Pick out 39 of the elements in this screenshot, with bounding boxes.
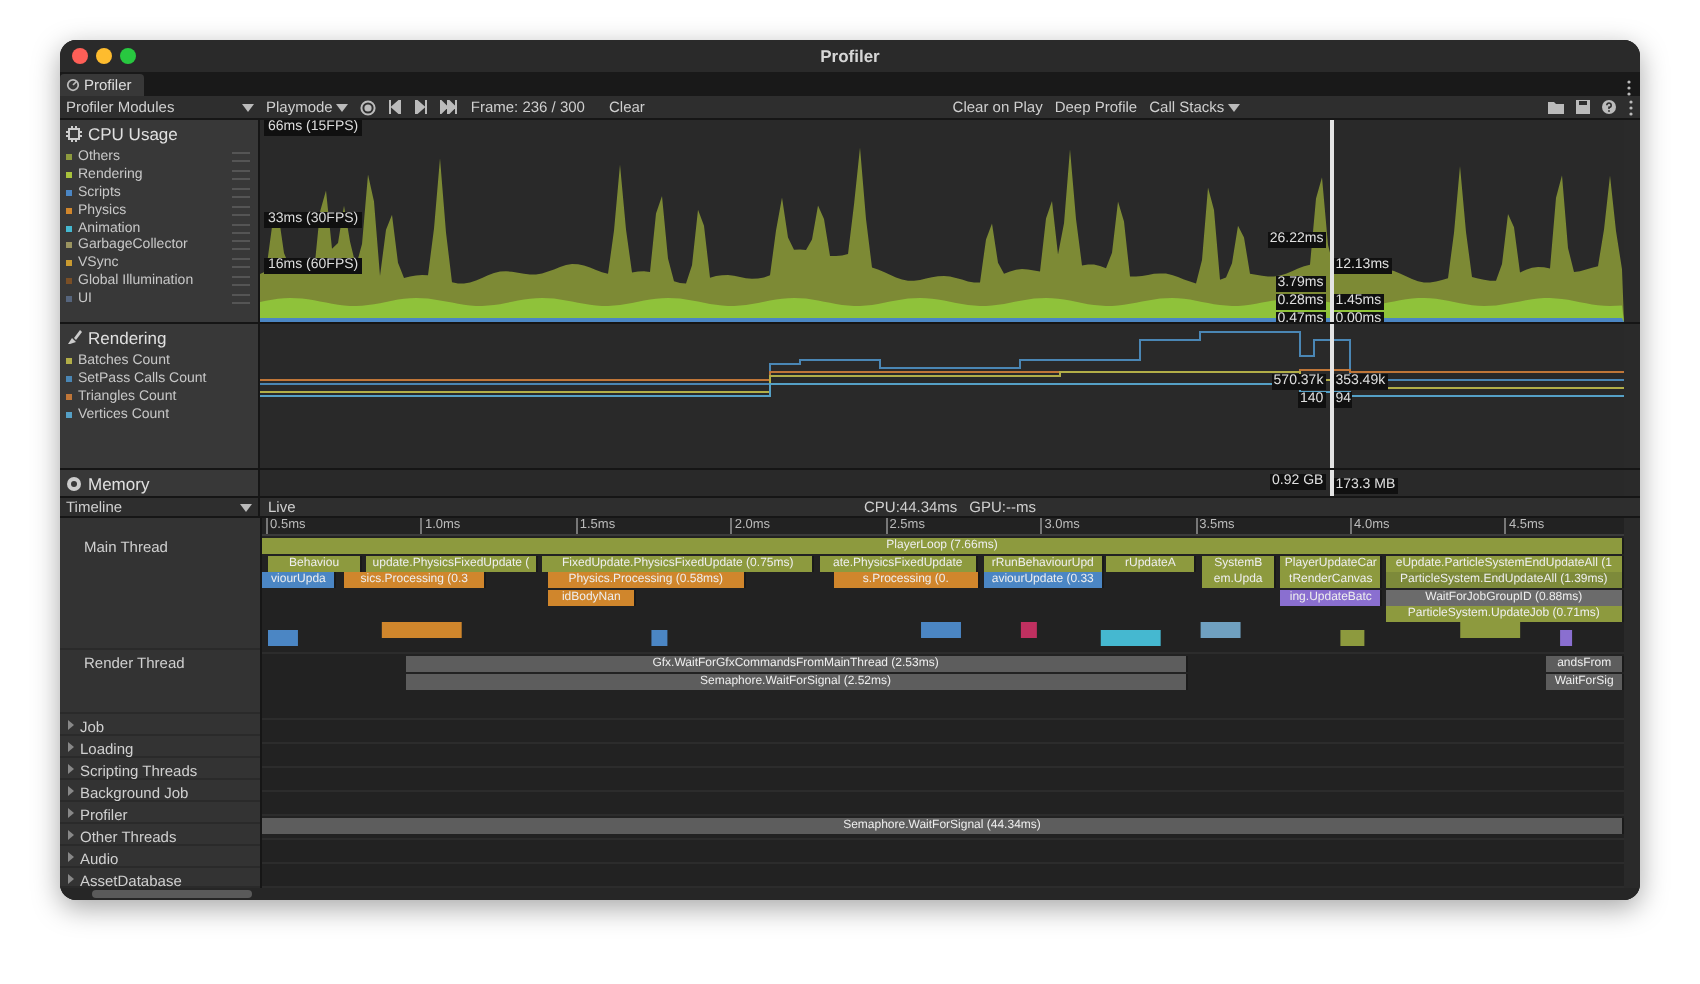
expand-arrow-icon[interactable] xyxy=(66,786,76,796)
expand-arrow-icon[interactable] xyxy=(66,764,76,774)
save-icon[interactable] xyxy=(1576,100,1590,114)
previous-frame-icon[interactable] xyxy=(388,100,403,114)
expand-arrow-icon[interactable] xyxy=(66,852,76,862)
scrollbar[interactable] xyxy=(1624,518,1640,888)
scrollbar[interactable] xyxy=(1624,470,1640,496)
caret-icon xyxy=(240,503,252,511)
chip-icon xyxy=(66,126,82,142)
frame-cursor[interactable] xyxy=(1329,324,1334,468)
scrollbar[interactable] xyxy=(1624,120,1640,322)
frame-cursor[interactable] xyxy=(1329,120,1334,322)
gauge-icon xyxy=(66,78,80,92)
close-icon[interactable] xyxy=(72,48,88,64)
frame-cursor[interactable] xyxy=(1329,470,1334,496)
scrollbar[interactable] xyxy=(1624,324,1640,468)
help-icon[interactable] xyxy=(1602,100,1616,114)
zoom-icon[interactable] xyxy=(120,48,136,64)
expand-arrow-icon[interactable] xyxy=(66,874,76,884)
more-icon[interactable] xyxy=(1628,99,1634,115)
folder-icon[interactable] xyxy=(1548,100,1564,114)
brush-icon xyxy=(66,330,82,346)
horizontal-scrollbar[interactable] xyxy=(60,888,1640,900)
more-icon[interactable] xyxy=(1626,80,1632,96)
caret-icon xyxy=(242,103,254,111)
module-title[interactable]: CPU Usage xyxy=(88,124,178,144)
module-title[interactable]: Rendering xyxy=(88,328,167,348)
expand-arrow-icon[interactable] xyxy=(66,720,76,730)
last-frame-icon[interactable] xyxy=(440,100,459,114)
record-icon[interactable] xyxy=(360,99,377,115)
minimize-icon[interactable] xyxy=(96,48,112,64)
window-title: Profiler xyxy=(820,46,880,66)
next-frame-icon[interactable] xyxy=(414,100,429,114)
expand-arrow-icon[interactable] xyxy=(66,830,76,840)
expand-arrow-icon[interactable] xyxy=(66,742,76,752)
module-title[interactable]: Memory xyxy=(88,474,150,494)
caret-icon xyxy=(336,103,349,111)
caret-icon xyxy=(1228,103,1241,111)
expand-arrow-icon[interactable] xyxy=(66,808,76,818)
